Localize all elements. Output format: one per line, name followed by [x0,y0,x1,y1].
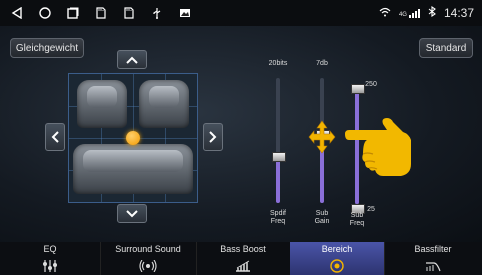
sub-gain-value: 7db [316,60,328,67]
wifi-icon [379,6,391,20]
pointing-hand-icon [345,118,411,176]
tab-bereich[interactable]: Bereich [290,242,385,275]
spdif-freq-slider[interactable]: 20bits Spdif Freq [258,56,298,236]
balance-button[interactable]: Gleichgewicht [10,38,84,58]
move-up-button[interactable] [117,50,147,69]
signal-label: 4G [398,11,407,18]
tab-bassfilter-label: Bassfilter [414,244,452,254]
chevron-up-icon [126,56,138,64]
status-bar: 4G 14:37 [0,0,482,26]
surround-icon [139,260,157,272]
chevron-down-icon [126,209,138,217]
bluetooth-icon [428,5,436,20]
spdif-freq-thumb[interactable] [272,151,286,162]
tab-bereich-label: Bereich [321,244,353,254]
tab-bass-boost[interactable]: Bass Boost [196,242,291,275]
sub-freq-label: Sub Freq [349,212,365,227]
clock: 14:37 [443,6,474,20]
recent-apps-icon[interactable] [66,6,80,20]
sub-gain-label: Sub Gain [314,210,330,225]
bassfilter-icon [425,260,441,272]
rear-bench-seat [73,144,193,194]
chevron-right-icon [209,131,217,143]
chevron-left-icon [51,131,59,143]
move-arrows-icon [308,120,336,154]
home-icon[interactable] [38,6,52,20]
move-right-button[interactable] [203,123,223,151]
tab-eq-label: EQ [43,244,57,254]
sd-card-icon [94,6,108,20]
tab-bar: EQ Surround Sound Bass Boost Bereich Bas… [0,242,482,275]
target-icon [330,259,344,273]
back-icon[interactable] [10,6,24,20]
tab-eq[interactable]: EQ [0,242,101,275]
sub-freq-upper-value: 250 [365,81,377,88]
standard-button[interactable]: Standard [419,38,473,58]
front-left-seat [77,80,127,128]
spdif-freq-label: Spdif Freq [270,210,286,225]
usb-icon [150,6,164,20]
signal-icon: 4G [398,8,420,18]
bass-boost-icon [235,260,251,272]
tab-surround-sound-label: Surround Sound [115,244,181,254]
seat-position-grid[interactable] [68,73,198,203]
audio-panel: Gleichgewicht Standard 20bits Spdif Freq… [0,26,482,242]
equalizer-icon [42,260,58,272]
sd-card-2-icon [122,6,136,20]
spdif-freq-fill [276,159,280,203]
tab-surround-sound[interactable]: Surround Sound [100,242,197,275]
move-down-button[interactable] [117,204,147,223]
front-right-seat [139,80,189,128]
tab-bassfilter[interactable]: Bassfilter [384,242,482,275]
listening-position-marker[interactable] [126,131,140,145]
image-icon [178,6,192,20]
move-left-button[interactable] [45,123,65,151]
tab-bass-boost-label: Bass Boost [220,244,266,254]
spdif-freq-value: 20bits [268,60,288,67]
